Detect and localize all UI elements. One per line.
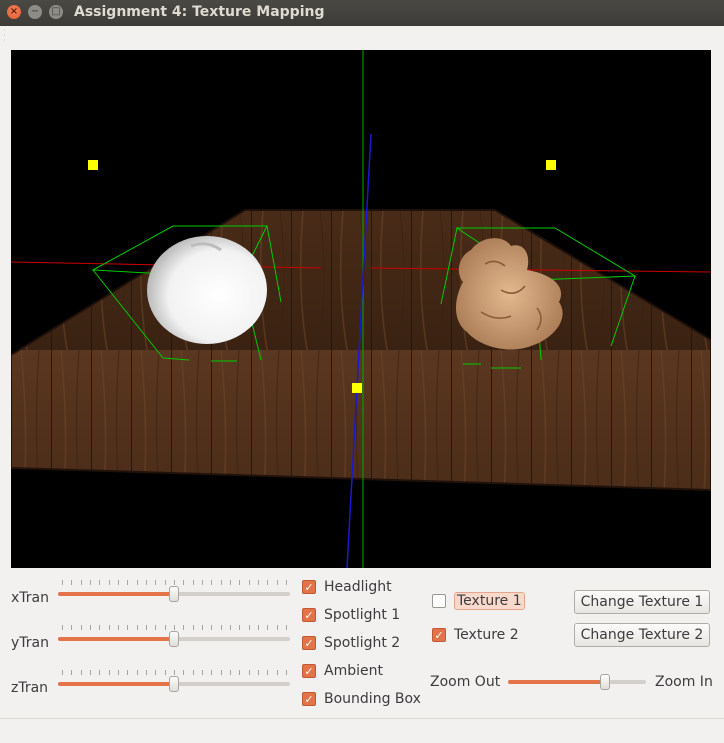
- texture-1-checkbox[interactable]: Texture 1: [432, 591, 525, 611]
- grip-icon: · · ·: [3, 26, 6, 45]
- scene-render: [11, 50, 711, 568]
- checkmark-icon: ✓: [302, 580, 316, 594]
- window-title: Assignment 4: Texture Mapping: [74, 4, 325, 20]
- title-bar: × − □ Assignment 4: Texture Mapping: [0, 0, 724, 26]
- status-bar: [0, 718, 724, 743]
- maximize-button[interactable]: □: [49, 5, 63, 19]
- minimize-button[interactable]: −: [28, 5, 42, 19]
- spotlight-1-checkbox[interactable]: ✓ Spotlight 1: [302, 605, 400, 625]
- change-texture-2-button[interactable]: Change Texture 2: [574, 623, 710, 647]
- ytran-label: yTran: [11, 635, 49, 651]
- headlight-checkbox[interactable]: ✓ Headlight: [302, 577, 392, 597]
- zoom-slider-handle[interactable]: [600, 674, 610, 690]
- spotlight-2-checkbox[interactable]: ✓ Spotlight 2: [302, 633, 400, 653]
- xtran-slider-handle[interactable]: [169, 586, 179, 602]
- light-marker: [352, 383, 362, 393]
- ytran-slider[interactable]: [58, 625, 290, 647]
- zoom-slider[interactable]: [508, 668, 646, 690]
- zoom-out-label: Zoom Out: [430, 674, 501, 690]
- change-texture-1-button[interactable]: Change Texture 1: [574, 590, 710, 614]
- light-marker: [546, 160, 556, 170]
- checkmark-icon: ✓: [432, 628, 446, 642]
- checkmark-icon: ✓: [302, 664, 316, 678]
- opengl-viewport[interactable]: [11, 50, 711, 568]
- close-button[interactable]: ×: [7, 5, 21, 19]
- xtran-slider[interactable]: [58, 580, 290, 602]
- light-marker: [88, 160, 98, 170]
- ambient-checkbox[interactable]: ✓ Ambient: [302, 661, 383, 681]
- zoom-in-label: Zoom In: [655, 674, 713, 690]
- xtran-label: xTran: [11, 590, 49, 606]
- ztran-slider[interactable]: [58, 670, 290, 692]
- bounding-box-checkbox[interactable]: ✓ Bounding Box: [302, 689, 421, 709]
- ztran-slider-handle[interactable]: [169, 676, 179, 692]
- wood-table: [11, 210, 711, 490]
- checkmark-icon: ✓: [302, 636, 316, 650]
- checkmark-icon: ✓: [302, 608, 316, 622]
- ytran-slider-handle[interactable]: [169, 631, 179, 647]
- ztran-label: zTran: [11, 680, 49, 696]
- apple-model: [147, 236, 267, 344]
- texture-2-checkbox[interactable]: ✓ Texture 2: [432, 625, 519, 645]
- checkmark-icon: ✓: [302, 692, 316, 706]
